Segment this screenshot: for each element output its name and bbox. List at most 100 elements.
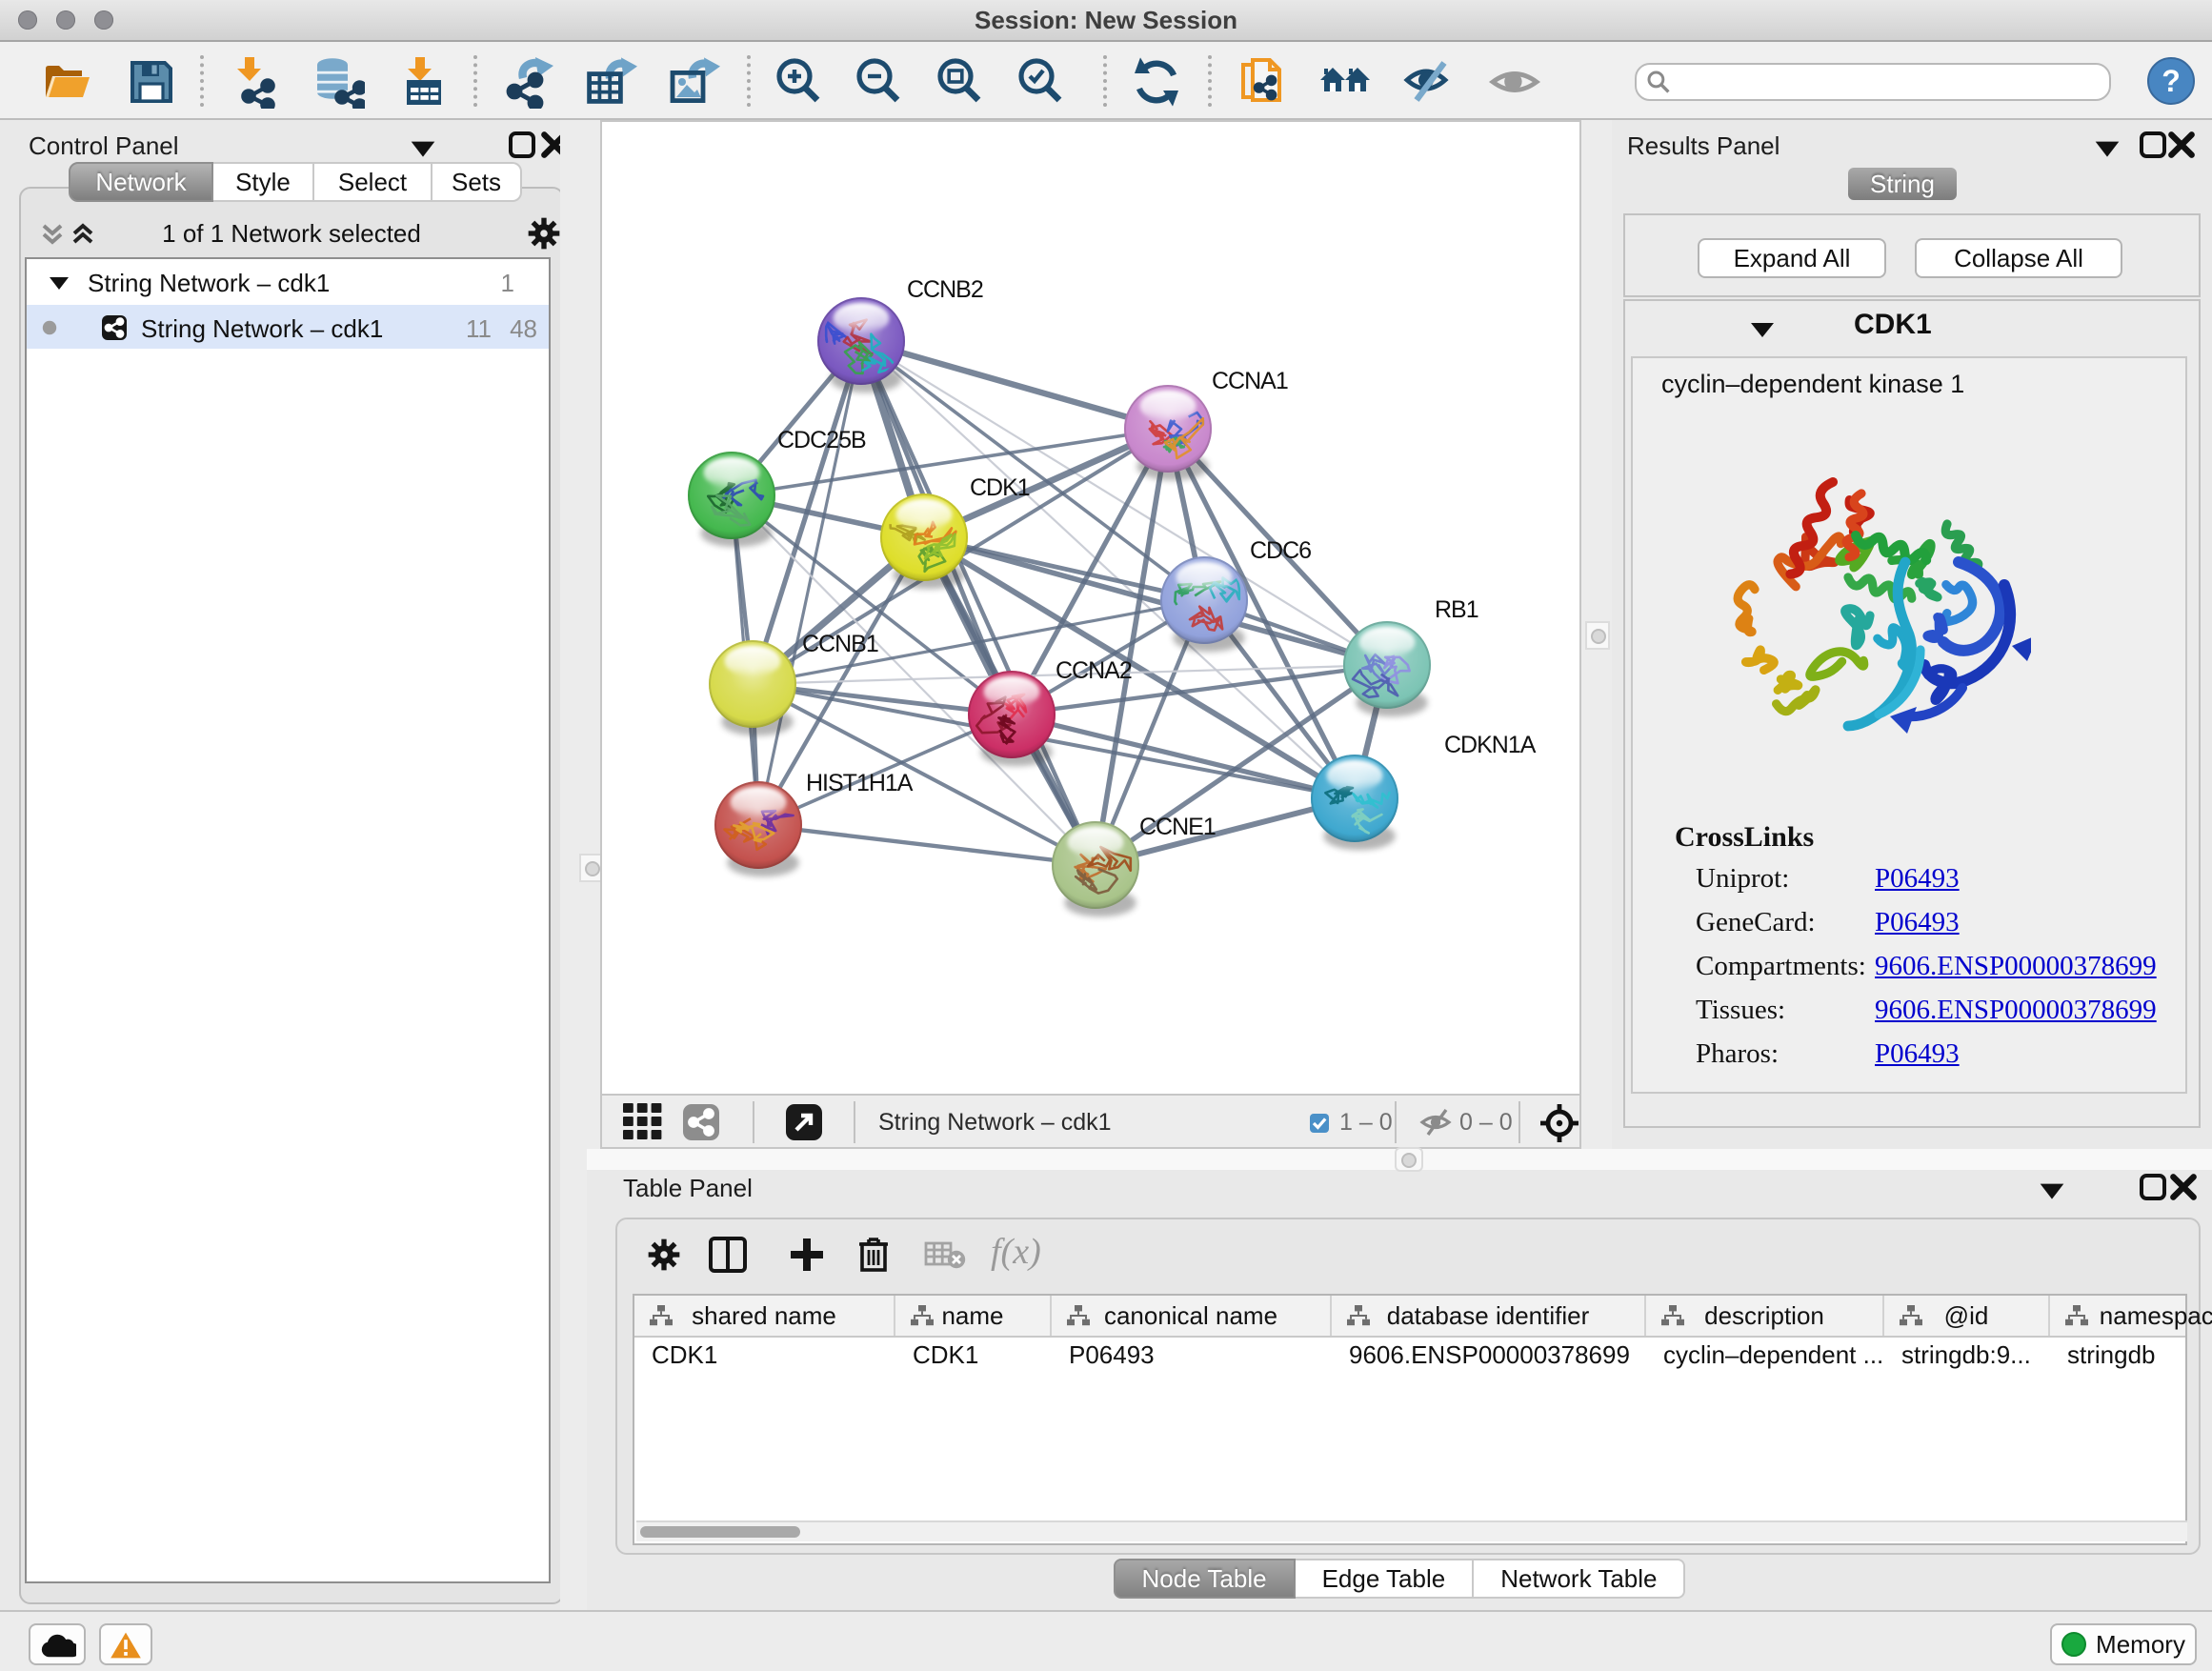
gear-icon[interactable] <box>526 215 562 252</box>
table-row[interactable]: CDK1CDK1P064939606.ENSP00000378699cyclin… <box>634 1336 2185 1374</box>
network-node-CCNA1[interactable]: CCNA1 <box>1124 368 1288 480</box>
crosslink-row: Tissues:9606.ENSP00000378699 <box>1633 991 2185 1035</box>
maximize-panel-icon[interactable] <box>2138 1172 2168 1202</box>
close-panel-icon[interactable] <box>2166 130 2197 160</box>
table-cell[interactable]: cyclin–dependent ... <box>1646 1336 1884 1374</box>
show-graphics-icon[interactable] <box>1488 55 1541 109</box>
hidden-count: 0 – 0 <box>1459 1109 1513 1137</box>
table-cell[interactable]: P06493 <box>1052 1336 1332 1374</box>
crosslink-value-link[interactable]: 9606.ENSP00000378699 <box>1875 995 2157 1026</box>
warnings-button[interactable] <box>99 1623 152 1665</box>
share-network-icon[interactable] <box>682 1103 720 1141</box>
birdseye-grid-icon[interactable] <box>623 1103 665 1143</box>
add-column-icon[interactable] <box>789 1237 825 1273</box>
tab-edge-table[interactable]: Edge Table <box>1296 1559 1475 1599</box>
network-node-CDC6[interactable]: CDC6 <box>1160 537 1311 652</box>
column-type-icon <box>1900 1305 1922 1326</box>
hide-unhide-icon[interactable] <box>1401 55 1455 109</box>
column-header-description[interactable]: description <box>1646 1296 1884 1336</box>
collection-expander-icon[interactable] <box>48 274 70 292</box>
network-node-CDKN1A[interactable]: CDKN1A <box>1311 732 1537 850</box>
export-network-icon[interactable] <box>502 55 555 109</box>
crosslink-value-link[interactable]: P06493 <box>1875 1038 1960 1070</box>
import-network-file-icon[interactable] <box>227 55 280 109</box>
save-session-icon[interactable] <box>125 55 178 109</box>
help-icon[interactable]: ? <box>2147 57 2201 111</box>
column-header-database-identifier[interactable]: database identifier <box>1332 1296 1646 1336</box>
tab-string[interactable]: String <box>1848 168 1957 200</box>
delete-table-icon[interactable] <box>924 1240 966 1269</box>
crosslink-value-link[interactable]: 9606.ENSP00000378699 <box>1875 951 2157 982</box>
left-divider-grip[interactable] <box>585 861 600 876</box>
crosshair-icon[interactable] <box>1539 1103 1579 1143</box>
network-node-CDK1[interactable]: CDK1 <box>880 474 1030 589</box>
table-cell[interactable]: stringdb:9... <box>1884 1336 2050 1374</box>
table-gear-icon[interactable] <box>646 1237 682 1273</box>
export-table-icon[interactable] <box>584 55 637 109</box>
copy-network-icon[interactable] <box>1236 55 1289 109</box>
function-builder-icon[interactable]: f(x) <box>991 1231 1041 1273</box>
network-edge-CDK1-RB1[interactable] <box>924 537 1387 665</box>
network-node-CCNB2[interactable]: CCNB2 <box>817 276 983 393</box>
table-cell[interactable]: stringdb <box>2050 1336 2212 1374</box>
open-session-icon[interactable] <box>40 55 93 109</box>
select-columns-icon[interactable] <box>709 1237 747 1273</box>
tab-sets[interactable]: Sets <box>432 162 522 202</box>
crosslink-value-link[interactable]: P06493 <box>1875 863 1960 895</box>
network-node-CCNE1[interactable]: CCNE1 <box>1052 814 1216 916</box>
network-edge-HIST1H1A-CCNE1[interactable] <box>758 825 1096 865</box>
float-panel-icon[interactable] <box>2092 133 2122 164</box>
zoom-out-icon[interactable] <box>852 55 905 109</box>
maximize-panel-icon[interactable] <box>507 130 537 160</box>
network-edge-count: 48 <box>510 314 537 344</box>
network-node-RB1[interactable]: RB1 <box>1343 596 1478 716</box>
network-collection-row[interactable]: String Network – cdk1 1 <box>27 261 549 303</box>
maximize-panel-icon[interactable] <box>2138 130 2168 160</box>
table-cell[interactable]: CDK1 <box>895 1336 1052 1374</box>
hidden-eye-icon[interactable] <box>1419 1109 1452 1136</box>
right-divider-grip[interactable] <box>1591 629 1606 644</box>
import-table-file-icon[interactable] <box>397 55 451 109</box>
float-panel-icon[interactable] <box>2037 1176 2067 1206</box>
network-selection-label: 1 of 1 Network selected <box>21 219 562 249</box>
tab-style[interactable]: Style <box>213 162 314 202</box>
network-node-HIST1H1A[interactable]: HIST1H1A <box>714 770 914 876</box>
home-icon[interactable] <box>1318 55 1372 109</box>
column-header--id[interactable]: @id <box>1884 1296 2050 1336</box>
section-collapse-icon[interactable] <box>1747 318 1778 341</box>
column-header-name[interactable]: name <box>895 1296 1052 1336</box>
crosslink-value-link[interactable]: P06493 <box>1875 907 1960 938</box>
export-image-icon[interactable] <box>667 55 720 109</box>
float-panel-icon[interactable] <box>408 133 438 164</box>
tab-network-table[interactable]: Network Table <box>1474 1559 1685 1599</box>
delete-column-icon[interactable] <box>857 1235 890 1273</box>
column-header-canonical-name[interactable]: canonical name <box>1052 1296 1332 1336</box>
table-cell[interactable]: CDK1 <box>634 1336 895 1374</box>
horizontal-divider-grip[interactable] <box>1401 1153 1417 1168</box>
tab-node-table[interactable]: Node Table <box>1114 1559 1296 1599</box>
import-network-database-icon[interactable] <box>312 55 365 109</box>
zoom-fit-icon[interactable] <box>933 55 986 109</box>
tab-select[interactable]: Select <box>314 162 432 202</box>
collapse-all-button[interactable]: Collapse All <box>1915 238 2122 278</box>
scrollbar-thumb[interactable] <box>640 1526 800 1538</box>
table-horizontal-scrollbar[interactable] <box>636 1520 2187 1541</box>
selected-checkbox-icon[interactable] <box>1309 1113 1330 1134</box>
open-in-new-window-icon[interactable] <box>785 1103 823 1141</box>
expand-all-button[interactable]: Expand All <box>1698 238 1886 278</box>
network-canvas[interactable]: CCNB2CCNA1CDC25BCDK1CDC6RB1CCNB1CCNA2CDK… <box>600 120 1581 1094</box>
right-split-divider[interactable] <box>1581 120 1612 1166</box>
zoom-in-icon[interactable] <box>772 55 825 109</box>
cloud-status-button[interactable] <box>29 1623 86 1665</box>
strip-separator <box>854 1101 855 1143</box>
column-header-shared-name[interactable]: shared name <box>634 1296 895 1336</box>
close-panel-icon[interactable] <box>2168 1172 2199 1202</box>
refresh-icon[interactable] <box>1130 55 1183 109</box>
column-header-namespace[interactable]: namespace <box>2050 1296 2212 1336</box>
network-row-selected[interactable]: String Network – cdk1 11 48 <box>27 305 549 349</box>
table-cell[interactable]: 9606.ENSP00000378699 <box>1332 1336 1646 1374</box>
tab-network[interactable]: Network <box>69 162 213 202</box>
zoom-selected-icon[interactable] <box>1014 55 1067 109</box>
memory-button[interactable]: Memory <box>2050 1623 2197 1665</box>
search-input[interactable] <box>1635 63 2111 101</box>
